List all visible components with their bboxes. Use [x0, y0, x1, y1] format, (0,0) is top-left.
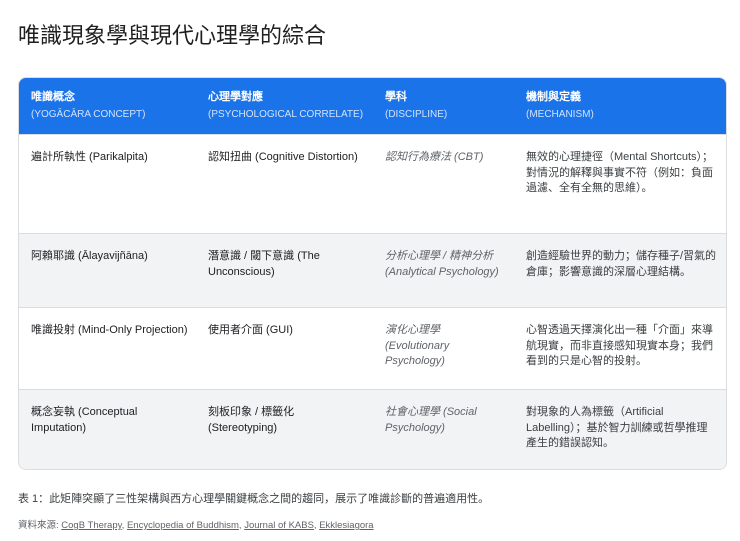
concept-cell: 唯識投射 (Mind-Only Projection) — [31, 324, 188, 336]
correlate-cell: 潛意識 / 閾下意識 (The Unconscious) — [208, 250, 320, 278]
concept-cell: 概念妄執 (Conceptual Imputation) — [31, 406, 138, 434]
header-cell: 機制與定義 (MECHANISM) — [514, 90, 726, 123]
discipline-cell: 社會心理學 (Social Psychology) — [385, 406, 477, 434]
table-row: 概念妄執 (Conceptual Imputation) 刻板印象 / 標籤化 … — [19, 389, 726, 469]
header-label: 學科 — [385, 90, 407, 103]
sources-label: 資料來源: — [18, 520, 59, 531]
mechanism-cell: 心智透過天擇演化出一種「介面」來導航現實，而非直接感知現實本身；我們看到的只是心… — [526, 324, 713, 367]
header-cell: 唯識概念 (YOGĀCĀRA CONCEPT) — [19, 90, 196, 123]
mechanism-cell: 無效的心理捷徑（Mental Shortcuts）；對情況的解釋與事實不符（例如… — [526, 151, 714, 194]
correlate-cell: 認知扭曲 (Cognitive Distortion) — [208, 151, 358, 163]
header-sublabel: (PSYCHOLOGICAL CORRELATE) — [208, 109, 364, 120]
comparison-table: 唯識概念 (YOGĀCĀRA CONCEPT) 心理學對應 (PSYCHOLOGIC… — [18, 77, 727, 470]
table-row: 阿賴耶識 (Ālayavijñāna) 潛意識 / 閾下意識 (The Unco… — [19, 233, 726, 307]
mechanism-cell: 創造經驗世界的動力；儲存種子/習氣的倉庫；影響意識的深層心理結構。 — [526, 250, 717, 278]
header-sublabel: (MECHANISM) — [526, 109, 594, 120]
source-link[interactable]: CogB Therapy — [61, 520, 121, 531]
discipline-cell: 認知行為療法 (CBT) — [385, 151, 484, 163]
table-header-row: 唯識概念 (YOGĀCĀRA CONCEPT) 心理學對應 (PSYCHOLOGIC… — [19, 78, 726, 134]
correlate-cell: 使用者介面 (GUI) — [208, 324, 293, 336]
header-label: 心理學對應 — [208, 90, 263, 103]
mechanism-cell: 對現象的人為標籤（Artificial Labelling）；基於智力訓練或哲學… — [526, 406, 708, 449]
source-link[interactable]: Journal of KABS — [244, 520, 314, 531]
table-row: 唯識投射 (Mind-Only Projection) 使用者介面 (GUI) … — [19, 307, 726, 389]
header-sublabel: (YOGĀCĀRA CONCEPT) — [31, 109, 146, 120]
concept-cell: 遍計所執性 (Parikalpita) — [31, 151, 148, 163]
discipline-cell: 演化心理學 (Evolutionary Psychology) — [385, 324, 450, 367]
concept-cell: 阿賴耶識 (Ālayavijñāna) — [31, 250, 148, 262]
table-caption: 表 1：此矩陣突顯了三性架構與西方心理學關鍵概念之間的趨同，展示了唯識診斷的普遍… — [18, 493, 490, 505]
header-cell: 心理學對應 (PSYCHOLOGICAL CORRELATE) — [196, 90, 373, 123]
header-cell: 學科 (DISCIPLINE) — [373, 90, 514, 123]
source-link[interactable]: Encyclopedia of Buddhism — [127, 520, 239, 531]
correlate-cell: 刻板印象 / 標籤化 (Stereotyping) — [208, 406, 295, 434]
header-sublabel: (DISCIPLINE) — [385, 109, 448, 120]
header-label: 唯識概念 — [31, 90, 75, 103]
table-row: 遍計所執性 (Parikalpita) 認知扭曲 (Cognitive Dist… — [19, 134, 726, 233]
page-title: 唯識現象學與現代心理學的綜合 — [18, 23, 327, 48]
header-label: 機制與定義 — [526, 90, 581, 103]
source-link[interactable]: Ekklesiagora — [319, 520, 373, 531]
sources-line: 資料來源: CogB Therapy, Encyclopedia of Budd… — [18, 520, 374, 531]
discipline-cell: 分析心理學 / 精神分析 (Analytical Psychology) — [385, 250, 499, 278]
